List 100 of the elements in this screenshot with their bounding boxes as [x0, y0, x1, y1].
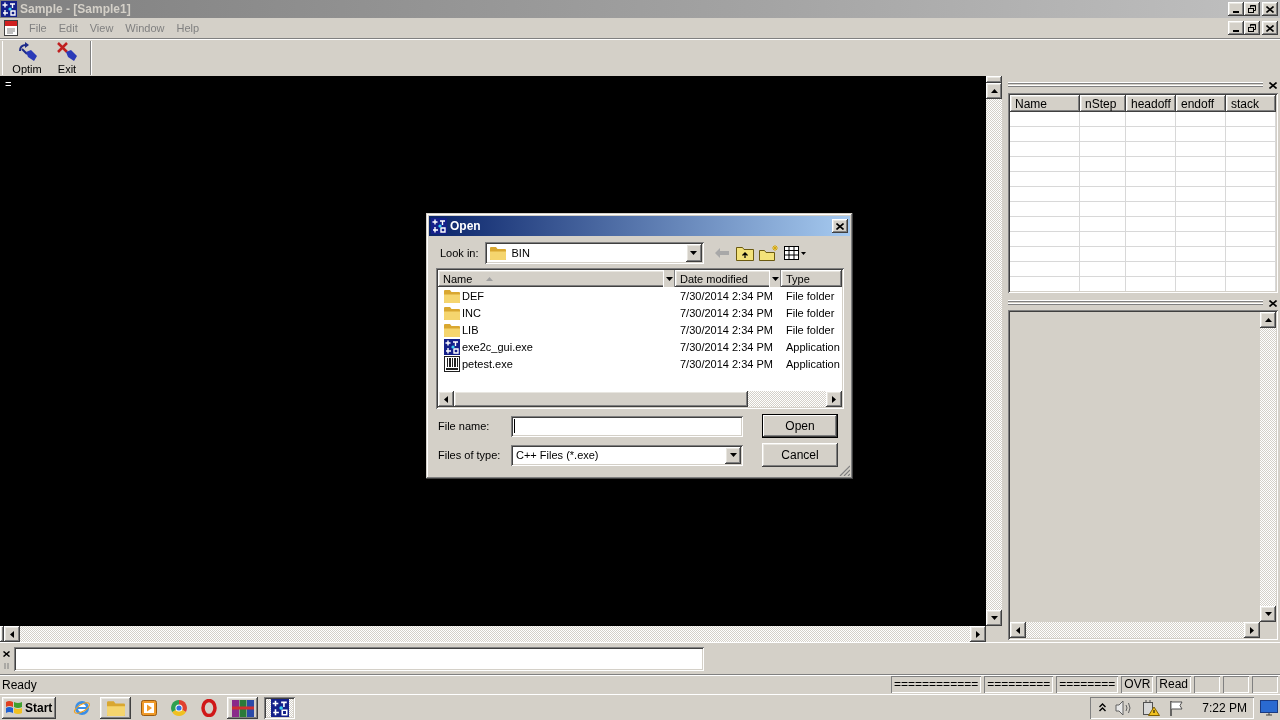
horizontal-scrollbar[interactable] [438, 391, 842, 407]
status-pane: Read [1156, 676, 1191, 693]
field-label: File name: [438, 420, 491, 432]
status-pane [1194, 676, 1220, 693]
chevron-up-icon [1099, 703, 1107, 712]
file-type-text: Application [786, 357, 840, 370]
column-header[interactable]: endoff [1176, 95, 1226, 112]
status-pane [1252, 676, 1278, 693]
window-title: Sample - [Sample1] [20, 2, 131, 16]
column-header[interactable]: stack [1226, 95, 1276, 112]
scroll-up-button[interactable] [986, 83, 1002, 99]
toolbar-button[interactable]: Optim [7, 41, 47, 75]
taskbar-button[interactable] [227, 696, 258, 719]
column-dropdown-button[interactable] [769, 270, 781, 287]
vertical-scrollbar[interactable] [986, 76, 1002, 626]
column-header[interactable]: Date modified [675, 270, 781, 287]
file-type-combo[interactable]: C++ Files (*.exe) [511, 444, 743, 466]
file-name[interactable]: petest.exe [462, 357, 513, 370]
minimize-button[interactable] [1228, 21, 1244, 35]
striped-box-icon [444, 355, 460, 372]
command-field[interactable] [14, 647, 704, 671]
file-type-text: File folder [786, 289, 835, 302]
scroll-right-button[interactable] [826, 391, 842, 407]
dialog-button[interactable]: Cancel [762, 443, 838, 467]
column-dropdown-button[interactable] [663, 270, 675, 287]
look-in-combo[interactable]: BIN [484, 242, 704, 264]
scroll-right-button[interactable] [970, 626, 986, 642]
pane-close-button[interactable] [1268, 80, 1277, 90]
show-hidden-icons-button[interactable] [1099, 703, 1107, 712]
arrow-left-icon [714, 248, 729, 258]
flag-logo-icon [5, 699, 23, 716]
restore-button[interactable] [1244, 21, 1260, 35]
play-icon [141, 699, 157, 716]
pane-gripper[interactable] [1008, 82, 1263, 88]
dropdown-button[interactable] [685, 244, 702, 262]
status-pane: ======== [1056, 676, 1119, 693]
scroll-right-button[interactable] [1244, 622, 1260, 638]
scroll-thumb[interactable] [454, 391, 748, 407]
scroll-left-button[interactable] [4, 626, 20, 642]
close-button[interactable] [1262, 21, 1278, 35]
dropdown-button[interactable] [725, 446, 741, 464]
horizontal-scrollbar[interactable] [1010, 622, 1260, 638]
date-modified-text: 7/30/2014 2:34 PM [680, 306, 773, 319]
file-name[interactable]: exe2c_gui.exe [462, 340, 533, 353]
taskbar-button[interactable] [264, 696, 295, 719]
file-name-field[interactable] [511, 415, 743, 437]
status-pane [1223, 676, 1249, 693]
status-pane: ============ [891, 676, 982, 693]
resize-grip-icon [839, 465, 850, 476]
dialog-title: Open [450, 219, 481, 233]
new-folder-icon [758, 245, 779, 261]
file-name[interactable]: INC [462, 306, 481, 319]
column-header[interactable]: headoff [1126, 95, 1176, 112]
caret-down-icon [771, 276, 779, 281]
diagram-icon [1, 1, 17, 17]
start-button[interactable]: Start [2, 696, 56, 719]
column-header[interactable]: Type [781, 270, 842, 287]
date-modified-text: 7/30/2014 2:34 PM [680, 323, 773, 336]
grip-icon [4, 663, 9, 669]
scroll-down-button[interactable] [986, 610, 1002, 626]
vertical-scrollbar[interactable] [1260, 312, 1276, 622]
scroll-left-button[interactable] [1010, 622, 1026, 638]
toolbar-button[interactable]: Exit [47, 41, 87, 75]
close-button[interactable] [1262, 2, 1278, 16]
clock-text: 7:22 PM [1202, 700, 1247, 715]
arrow-right-icon [976, 630, 980, 638]
column-header[interactable]: Name [1010, 95, 1080, 112]
pane-close-button[interactable] [1268, 298, 1277, 308]
minimize-icon [1233, 11, 1239, 13]
close-icon [1268, 299, 1277, 307]
column-header[interactable]: nStep [1080, 95, 1126, 112]
field-label: Look in: [440, 247, 479, 259]
restore-icon [1248, 5, 1256, 13]
close-icon [3, 651, 10, 657]
date-modified-text: 7/30/2014 2:34 PM [680, 340, 773, 353]
split-box[interactable] [986, 76, 1002, 83]
horizontal-scrollbar[interactable] [4, 626, 986, 642]
restore-button[interactable] [1244, 2, 1260, 16]
close-icon [1266, 24, 1274, 32]
column-header[interactable]: Name [438, 270, 675, 287]
dialog-button[interactable]: Open [762, 414, 838, 438]
close-button[interactable] [832, 219, 848, 233]
file-name[interactable]: DEF [462, 289, 484, 302]
taskbar-button[interactable] [100, 696, 131, 719]
view-menu-icon [783, 246, 806, 260]
arrow-up-icon [990, 89, 998, 93]
arrow-down-icon [1264, 612, 1272, 616]
pane-gripper[interactable] [1008, 300, 1263, 306]
file-name[interactable]: LIB [462, 323, 479, 336]
folder-icon [106, 699, 125, 716]
scroll-left-button[interactable] [438, 391, 454, 407]
show-desktop-button[interactable] [1260, 699, 1278, 716]
status-pane: OVR [1121, 676, 1154, 693]
speaker-icon [1115, 699, 1134, 716]
bar-close-button[interactable] [2, 650, 11, 658]
scroll-up-button[interactable] [1260, 312, 1276, 328]
scroll-down-button[interactable] [1260, 606, 1276, 622]
minimize-button[interactable] [1228, 2, 1244, 16]
text-cursor [514, 419, 515, 433]
split-box[interactable] [0, 626, 4, 642]
